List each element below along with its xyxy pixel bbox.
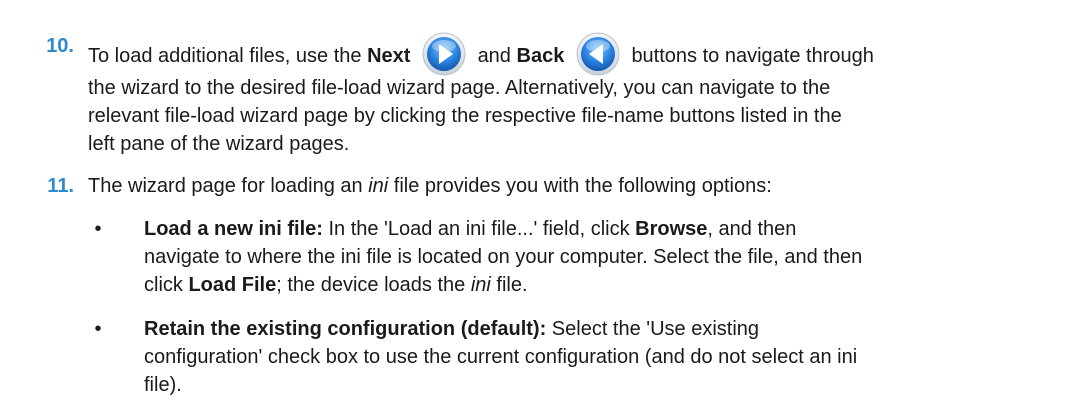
option-text: Load a new ini file: In the 'Load an ini… [144, 215, 1088, 299]
bullet-icon: • [94, 218, 102, 240]
step-number: 11. [47, 175, 74, 197]
step-text: To load additional files, use the Next a… [88, 16, 1076, 158]
text-segment: and [477, 45, 517, 67]
text-segment: ; the device loads the [276, 274, 471, 296]
ini-term: ini [470, 274, 491, 296]
text-line: the wizard to the desired file-load wiza… [88, 77, 831, 99]
next-label: Next [367, 45, 411, 67]
text-segment: To load additional files, use the [88, 45, 368, 67]
text-segment: click [144, 274, 189, 296]
step-number: 10. [46, 35, 74, 57]
text-line: relevant file-load wizard page by clicki… [88, 105, 842, 127]
option-title: Load a new ini file: [144, 218, 323, 240]
text-line: left pane of the wizard pages. [88, 133, 350, 155]
load-file-label: Load File [188, 274, 277, 296]
text-segment: file. [490, 274, 528, 296]
text-segment: The wizard page for loading an [88, 175, 369, 197]
ini-term: ini [368, 175, 389, 197]
option-title: Retain the existing configuration (defau… [144, 318, 547, 340]
text-segment: , and then [707, 218, 797, 240]
step-text: The wizard page for loading an ini file … [88, 172, 1076, 200]
browse-label: Browse [635, 218, 708, 240]
text-segment: In the 'Load an ini file...' field, clic… [322, 218, 636, 240]
next-button-icon [422, 32, 466, 76]
text-segment: file provides you with the following opt… [388, 175, 772, 197]
text-line: navigate to where the ini file is locate… [144, 246, 863, 268]
bullet-icon: • [94, 318, 102, 340]
text-segment: Select the 'Use existing [546, 318, 760, 340]
option-text: Retain the existing configuration (defau… [144, 315, 1088, 399]
text-line: file). [144, 374, 182, 396]
back-label: Back [516, 45, 565, 67]
document-page: 10. To load additional files, use the Ne… [0, 0, 1088, 414]
text-line: configuration' check box to use the curr… [144, 346, 858, 368]
back-button-icon [576, 32, 620, 76]
text-segment: buttons to navigate through [631, 45, 874, 67]
